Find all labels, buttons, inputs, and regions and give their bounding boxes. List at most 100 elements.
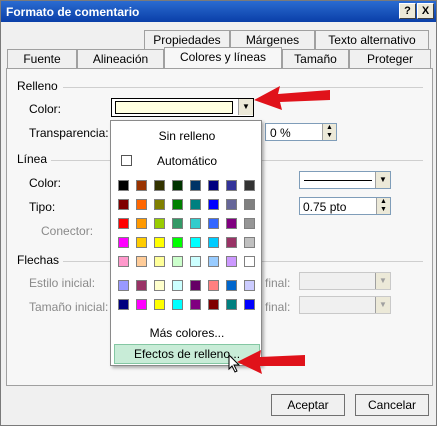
tab-alineacion[interactable]: Alineación	[77, 49, 164, 68]
close-button[interactable]: X	[417, 3, 434, 19]
color-swatch[interactable]	[136, 218, 147, 229]
color-swatch[interactable]	[154, 237, 165, 248]
color-swatch[interactable]	[118, 199, 129, 210]
line-type-label: Tipo:	[29, 200, 56, 214]
start-size-label: Tamaño inicial:	[29, 300, 109, 314]
end-size-dropdown: ▼	[299, 296, 391, 314]
color-swatch[interactable]	[226, 256, 237, 267]
line-weight-spinner[interactable]: ▲ ▼	[376, 198, 390, 214]
chevron-down-icon[interactable]: ▼	[238, 99, 253, 115]
color-swatch[interactable]	[226, 218, 237, 229]
line-group-title: Línea	[17, 152, 48, 166]
color-swatch[interactable]	[244, 218, 255, 229]
color-swatch[interactable]	[172, 199, 183, 210]
color-swatch[interactable]	[226, 280, 237, 291]
transparency-field[interactable]: 0 % ▲ ▼	[265, 123, 337, 141]
ok-button[interactable]: Aceptar	[271, 394, 345, 416]
color-swatch[interactable]	[208, 199, 219, 210]
fill-color-label: Color:	[29, 102, 62, 116]
color-swatch[interactable]	[190, 218, 201, 229]
fill-color-dropdown[interactable]: ▼	[111, 98, 254, 117]
color-swatch[interactable]	[244, 237, 255, 248]
chevron-down-icon: ▼	[375, 297, 390, 313]
color-swatch[interactable]	[118, 180, 129, 191]
end-size-label: final:	[265, 300, 291, 314]
color-swatch[interactable]	[154, 218, 165, 229]
help-button[interactable]: ?	[399, 3, 416, 19]
color-swatch[interactable]	[208, 280, 219, 291]
color-swatch[interactable]	[136, 180, 147, 191]
color-swatch[interactable]	[136, 256, 147, 267]
line-weight-field[interactable]: 0.75 pto ▲ ▼	[299, 197, 391, 215]
annotation-arrow-icon	[237, 350, 305, 374]
end-style-label: final:	[265, 276, 291, 290]
more-colors-option[interactable]: Más colores...	[119, 326, 255, 340]
color-swatch[interactable]	[190, 237, 201, 248]
end-style-dropdown: ▼	[299, 272, 391, 290]
window-title: Formato de comentario	[6, 5, 140, 19]
chevron-down-icon: ▼	[375, 273, 390, 289]
tab-proteger[interactable]: Proteger	[349, 49, 431, 68]
title-bar: Formato de comentario ? X	[1, 1, 436, 22]
color-swatch[interactable]	[208, 218, 219, 229]
color-swatch[interactable]	[190, 180, 201, 191]
chevron-down-icon[interactable]: ▼	[375, 172, 390, 188]
color-swatch[interactable]	[244, 199, 255, 210]
color-swatch[interactable]	[226, 180, 237, 191]
color-swatch[interactable]	[244, 299, 255, 310]
color-swatch[interactable]	[154, 280, 165, 291]
tab-colores-lineas[interactable]: Colores y líneas	[164, 47, 282, 68]
color-swatch[interactable]	[244, 280, 255, 291]
color-swatch[interactable]	[118, 218, 129, 229]
color-swatch[interactable]	[226, 237, 237, 248]
line-color-label: Color:	[29, 176, 62, 190]
color-swatch[interactable]	[190, 256, 201, 267]
color-swatch[interactable]	[208, 256, 219, 267]
color-swatch[interactable]	[118, 237, 129, 248]
arrows-group-title: Flechas	[17, 253, 60, 267]
color-swatch[interactable]	[172, 256, 183, 267]
automatic-option[interactable]: Automático	[157, 154, 217, 168]
line-weight-value: 0.75 pto	[303, 200, 347, 214]
color-swatch[interactable]	[208, 237, 219, 248]
no-fill-option[interactable]: Sin relleno	[119, 127, 255, 145]
line-style-dropdown[interactable]: ▼	[299, 171, 391, 189]
color-swatch[interactable]	[208, 299, 219, 310]
transparency-label: Transparencia:	[29, 126, 109, 140]
color-swatch[interactable]	[172, 180, 183, 191]
color-swatch[interactable]	[208, 180, 219, 191]
automatic-swatch[interactable]	[121, 155, 132, 166]
color-swatch[interactable]	[136, 237, 147, 248]
transparency-spinner[interactable]: ▲ ▼	[322, 124, 336, 140]
color-swatch[interactable]	[118, 256, 129, 267]
color-swatch[interactable]	[172, 218, 183, 229]
color-swatch[interactable]	[136, 199, 147, 210]
color-swatch[interactable]	[136, 299, 147, 310]
color-swatch[interactable]	[190, 199, 201, 210]
annotation-arrow-icon	[254, 86, 330, 110]
color-swatch[interactable]	[154, 299, 165, 310]
color-swatch[interactable]	[244, 256, 255, 267]
cancel-button[interactable]: Cancelar	[355, 394, 429, 416]
tab-tamano[interactable]: Tamaño	[282, 49, 349, 68]
color-swatch[interactable]	[190, 280, 201, 291]
color-swatch[interactable]	[154, 199, 165, 210]
color-swatch[interactable]	[136, 280, 147, 291]
color-palette-popup: Sin relleno Automático Más colores... Ef…	[110, 120, 262, 366]
fill-color-swatch	[115, 101, 233, 114]
tab-fuente[interactable]: Fuente	[7, 49, 77, 68]
color-swatch[interactable]	[172, 299, 183, 310]
color-swatch[interactable]	[244, 180, 255, 191]
fill-group-title: Relleno	[17, 79, 58, 93]
color-swatch[interactable]	[172, 280, 183, 291]
color-swatch[interactable]	[118, 280, 129, 291]
color-swatch[interactable]	[226, 299, 237, 310]
color-swatch[interactable]	[154, 180, 165, 191]
transparency-value: 0 %	[270, 126, 291, 140]
color-swatch[interactable]	[190, 299, 201, 310]
color-swatch[interactable]	[154, 256, 165, 267]
color-swatch[interactable]	[226, 199, 237, 210]
color-swatch[interactable]	[118, 299, 129, 310]
tab-texto-alternativo[interactable]: Texto alternativo	[315, 30, 429, 49]
color-swatch[interactable]	[172, 237, 183, 248]
